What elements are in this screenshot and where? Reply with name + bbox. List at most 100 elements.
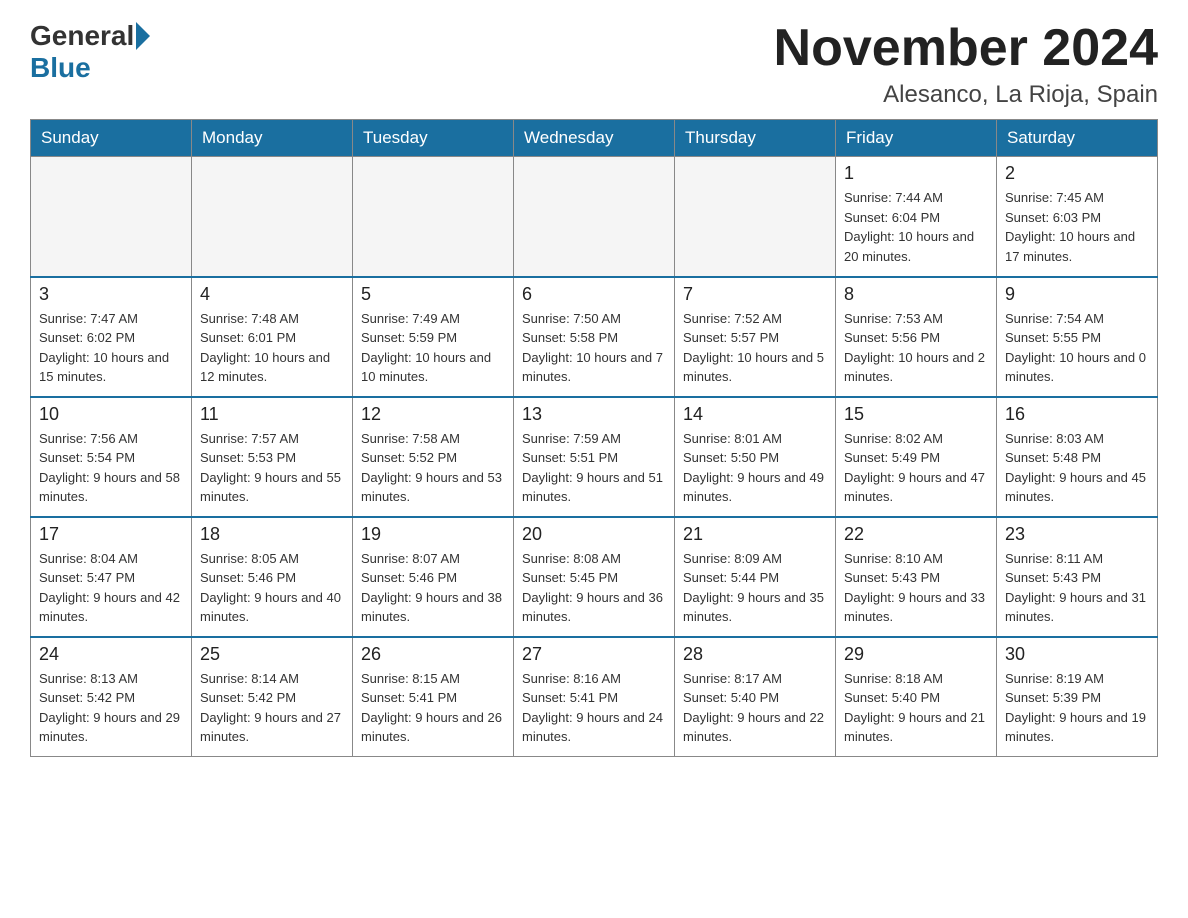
day-info: Sunrise: 7:49 AM Sunset: 5:59 PM Dayligh… (361, 309, 505, 387)
day-info: Sunrise: 8:07 AM Sunset: 5:46 PM Dayligh… (361, 549, 505, 627)
calendar-cell: 10 Sunrise: 7:56 AM Sunset: 5:54 PM Dayli… (31, 397, 192, 517)
weekday-header-thursday: Thursday (675, 120, 836, 157)
weekday-header-monday: Monday (192, 120, 353, 157)
calendar-cell: 13 Sunrise: 7:59 AM Sunset: 5:51 PM Dayli… (514, 397, 675, 517)
day-number: 27 (522, 644, 666, 665)
calendar-cell: 15 Sunrise: 8:02 AM Sunset: 5:49 PM Dayli… (836, 397, 997, 517)
day-number: 15 (844, 404, 988, 425)
day-number: 9 (1005, 284, 1149, 305)
day-number: 21 (683, 524, 827, 545)
day-number: 5 (361, 284, 505, 305)
day-number: 8 (844, 284, 988, 305)
weekday-header-saturday: Saturday (997, 120, 1158, 157)
weekday-header-friday: Friday (836, 120, 997, 157)
calendar-cell: 8Sunrise: 7:53 AM Sunset: 5:56 PM Daylig… (836, 277, 997, 397)
calendar-cell: 4Sunrise: 7:48 AM Sunset: 6:01 PM Daylig… (192, 277, 353, 397)
calendar-table: SundayMondayTuesdayWednesdayThursdayFrid… (30, 119, 1158, 757)
calendar-week-5: 24 Sunrise: 8:13 AM Sunset: 5:42 PM Dayli… (31, 637, 1158, 757)
calendar-cell: 29 Sunrise: 8:18 AM Sunset: 5:40 PM Dayli… (836, 637, 997, 757)
day-number: 4 (200, 284, 344, 305)
day-info: Sunrise: 8:02 AM Sunset: 5:49 PM Dayligh… (844, 429, 988, 507)
title-area: November 2024 Alesanco, La Rioja, Spain (774, 20, 1158, 109)
day-number: 16 (1005, 404, 1149, 425)
calendar-cell: 16 Sunrise: 8:03 AM Sunset: 5:48 PM Dayli… (997, 397, 1158, 517)
day-number: 22 (844, 524, 988, 545)
day-number: 26 (361, 644, 505, 665)
calendar-cell: 14Sunrise: 8:01 AM Sunset: 5:50 PM Dayli… (675, 397, 836, 517)
day-number: 23 (1005, 524, 1149, 545)
weekday-header-sunday: Sunday (31, 120, 192, 157)
calendar-cell: 20Sunrise: 8:08 AM Sunset: 5:45 PM Dayli… (514, 517, 675, 637)
day-number: 28 (683, 644, 827, 665)
logo: General (30, 20, 152, 52)
day-number: 12 (361, 404, 505, 425)
day-number: 3 (39, 284, 183, 305)
calendar-cell: 6 Sunrise: 7:50 AM Sunset: 5:58 PM Daylig… (514, 277, 675, 397)
day-info: Sunrise: 8:03 AM Sunset: 5:48 PM Dayligh… (1005, 429, 1149, 507)
location-title: Alesanco, La Rioja, Spain (774, 81, 1158, 109)
calendar-week-1: 1 Sunrise: 7:44 AM Sunset: 6:04 PM Daylig… (31, 157, 1158, 277)
day-info: Sunrise: 7:54 AM Sunset: 5:55 PM Dayligh… (1005, 309, 1149, 387)
day-info: Sunrise: 8:01 AM Sunset: 5:50 PM Dayligh… (683, 429, 827, 507)
calendar-cell: 7Sunrise: 7:52 AM Sunset: 5:57 PM Daylig… (675, 277, 836, 397)
calendar-cell: 23 Sunrise: 8:11 AM Sunset: 5:43 PM Dayli… (997, 517, 1158, 637)
calendar-cell: 17 Sunrise: 8:04 AM Sunset: 5:47 PM Dayli… (31, 517, 192, 637)
logo-arrow-icon (136, 22, 150, 50)
calendar-cell (675, 157, 836, 277)
day-info: Sunrise: 8:17 AM Sunset: 5:40 PM Dayligh… (683, 669, 827, 747)
day-number: 1 (844, 163, 988, 184)
calendar-cell: 5 Sunrise: 7:49 AM Sunset: 5:59 PM Daylig… (353, 277, 514, 397)
calendar-cell: 21 Sunrise: 8:09 AM Sunset: 5:44 PM Dayli… (675, 517, 836, 637)
calendar-cell: 26 Sunrise: 8:15 AM Sunset: 5:41 PM Dayli… (353, 637, 514, 757)
day-info: Sunrise: 7:44 AM Sunset: 6:04 PM Dayligh… (844, 188, 988, 266)
day-info: Sunrise: 8:09 AM Sunset: 5:44 PM Dayligh… (683, 549, 827, 627)
calendar-week-3: 10 Sunrise: 7:56 AM Sunset: 5:54 PM Dayli… (31, 397, 1158, 517)
calendar-cell (31, 157, 192, 277)
day-number: 13 (522, 404, 666, 425)
day-info: Sunrise: 8:11 AM Sunset: 5:43 PM Dayligh… (1005, 549, 1149, 627)
calendar-cell: 28 Sunrise: 8:17 AM Sunset: 5:40 PM Dayli… (675, 637, 836, 757)
calendar-cell: 24 Sunrise: 8:13 AM Sunset: 5:42 PM Dayli… (31, 637, 192, 757)
day-info: Sunrise: 8:10 AM Sunset: 5:43 PM Dayligh… (844, 549, 988, 627)
calendar-cell: 19 Sunrise: 8:07 AM Sunset: 5:46 PM Dayli… (353, 517, 514, 637)
calendar-cell: 25 Sunrise: 8:14 AM Sunset: 5:42 PM Dayli… (192, 637, 353, 757)
day-number: 7 (683, 284, 827, 305)
day-info: Sunrise: 7:45 AM Sunset: 6:03 PM Dayligh… (1005, 188, 1149, 266)
day-number: 10 (39, 404, 183, 425)
calendar-cell: 27Sunrise: 8:16 AM Sunset: 5:41 PM Dayli… (514, 637, 675, 757)
day-info: Sunrise: 8:15 AM Sunset: 5:41 PM Dayligh… (361, 669, 505, 747)
day-info: Sunrise: 8:18 AM Sunset: 5:40 PM Dayligh… (844, 669, 988, 747)
calendar-cell: 2 Sunrise: 7:45 AM Sunset: 6:03 PM Daylig… (997, 157, 1158, 277)
weekday-header-wednesday: Wednesday (514, 120, 675, 157)
day-number: 17 (39, 524, 183, 545)
day-number: 18 (200, 524, 344, 545)
day-info: Sunrise: 7:57 AM Sunset: 5:53 PM Dayligh… (200, 429, 344, 507)
calendar-cell: 22 Sunrise: 8:10 AM Sunset: 5:43 PM Dayli… (836, 517, 997, 637)
day-number: 24 (39, 644, 183, 665)
day-number: 29 (844, 644, 988, 665)
calendar-cell: 9 Sunrise: 7:54 AM Sunset: 5:55 PM Daylig… (997, 277, 1158, 397)
day-number: 2 (1005, 163, 1149, 184)
day-number: 25 (200, 644, 344, 665)
logo-area: General Blue (30, 20, 152, 84)
day-info: Sunrise: 7:58 AM Sunset: 5:52 PM Dayligh… (361, 429, 505, 507)
day-info: Sunrise: 8:08 AM Sunset: 5:45 PM Dayligh… (522, 549, 666, 627)
day-number: 19 (361, 524, 505, 545)
day-info: Sunrise: 8:19 AM Sunset: 5:39 PM Dayligh… (1005, 669, 1149, 747)
calendar-week-4: 17 Sunrise: 8:04 AM Sunset: 5:47 PM Dayli… (31, 517, 1158, 637)
calendar-cell: 3Sunrise: 7:47 AM Sunset: 6:02 PM Daylig… (31, 277, 192, 397)
day-number: 6 (522, 284, 666, 305)
day-info: Sunrise: 8:13 AM Sunset: 5:42 PM Dayligh… (39, 669, 183, 747)
calendar-week-2: 3Sunrise: 7:47 AM Sunset: 6:02 PM Daylig… (31, 277, 1158, 397)
month-title: November 2024 (774, 20, 1158, 77)
logo-blue-text: Blue (30, 52, 91, 84)
page-header: General Blue November 2024 Alesanco, La … (30, 20, 1158, 109)
weekday-header-row: SundayMondayTuesdayWednesdayThursdayFrid… (31, 120, 1158, 157)
day-info: Sunrise: 7:56 AM Sunset: 5:54 PM Dayligh… (39, 429, 183, 507)
calendar-cell (192, 157, 353, 277)
day-info: Sunrise: 8:04 AM Sunset: 5:47 PM Dayligh… (39, 549, 183, 627)
day-info: Sunrise: 8:14 AM Sunset: 5:42 PM Dayligh… (200, 669, 344, 747)
day-info: Sunrise: 7:50 AM Sunset: 5:58 PM Dayligh… (522, 309, 666, 387)
day-info: Sunrise: 7:59 AM Sunset: 5:51 PM Dayligh… (522, 429, 666, 507)
calendar-cell: 30Sunrise: 8:19 AM Sunset: 5:39 PM Dayli… (997, 637, 1158, 757)
